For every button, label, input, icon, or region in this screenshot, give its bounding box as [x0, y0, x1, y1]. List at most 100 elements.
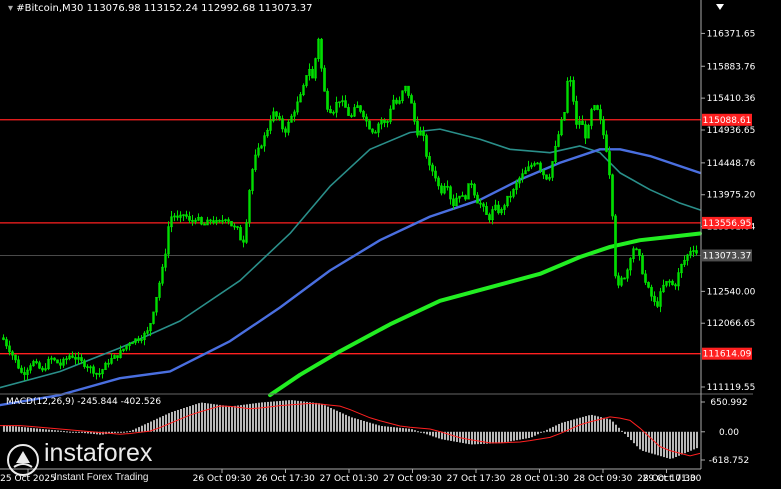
- candle-body: [542, 169, 545, 176]
- candle-body: [584, 124, 587, 139]
- macd-histogram-bar: [588, 415, 590, 432]
- macd-histogram-bar: [66, 431, 68, 433]
- macd-histogram-bar: [366, 421, 368, 432]
- level-tag-label: 111614.09: [703, 350, 752, 360]
- macd-histogram-bar: [354, 418, 356, 432]
- macd-histogram-bar: [249, 403, 251, 432]
- candle-body: [137, 338, 140, 341]
- macd-histogram-bar: [189, 406, 191, 432]
- candle-body: [644, 273, 647, 283]
- candle-body: [611, 174, 614, 217]
- candle-body: [209, 219, 212, 222]
- logo-wordmark: instaforex: [44, 439, 153, 467]
- level-tag-label: 113556.95: [703, 219, 752, 229]
- macd-histogram-bar: [510, 431, 512, 442]
- macd-histogram-bar: [27, 427, 29, 432]
- macd-tick-label: 0.00: [719, 428, 739, 438]
- macd-histogram-bar: [504, 431, 506, 443]
- macd-value: -245.844: [77, 397, 118, 407]
- macd-histogram-bar: [678, 431, 680, 456]
- candle-body: [488, 214, 491, 221]
- candle-body: [473, 184, 476, 196]
- macd-histogram-bar: [231, 406, 233, 432]
- macd-histogram-bar: [186, 407, 188, 432]
- candle-body: [416, 120, 419, 136]
- candle-body: [476, 194, 479, 204]
- ohlc-low: 112992.68: [201, 3, 256, 14]
- macd-histogram-bar: [540, 431, 542, 433]
- macd-histogram-bar: [219, 404, 221, 432]
- price-tick-label: 114448.76: [707, 159, 756, 169]
- macd-histogram-bar: [390, 426, 392, 432]
- time-tick-label: 28 Oct 09:30: [574, 474, 633, 484]
- candle-body: [605, 134, 608, 152]
- macd-histogram-bar: [195, 404, 197, 432]
- macd-histogram-bar: [537, 431, 539, 435]
- macd-histogram-bar: [555, 425, 557, 432]
- logo-tagline: Instant Forex Trading: [54, 472, 149, 483]
- candle-body: [572, 80, 575, 102]
- chart-header: #Bitcoin,M30 113076.98 113152.24 112992.…: [8, 3, 312, 14]
- macd-histogram-bar: [60, 430, 62, 432]
- macd-histogram-bar: [180, 409, 182, 432]
- candle-body: [35, 361, 38, 364]
- macd-histogram-bar: [630, 431, 632, 441]
- macd-histogram-bar: [327, 406, 329, 432]
- macd-histogram-bar: [303, 401, 305, 432]
- macd-histogram-bar: [387, 426, 389, 432]
- macd-histogram-bar: [552, 426, 554, 432]
- candle-body: [188, 215, 191, 221]
- candle-body: [368, 120, 371, 130]
- candle-body: [74, 357, 77, 360]
- macd-histogram-bar: [165, 414, 167, 432]
- macd-histogram-bar: [531, 431, 533, 438]
- macd-histogram-bar: [546, 429, 548, 432]
- macd-histogram-bar: [159, 417, 161, 432]
- macd-histogram-bar: [462, 431, 464, 444]
- candle-body: [539, 162, 542, 171]
- macd-histogram-bar: [543, 431, 545, 433]
- candle-body: [596, 105, 599, 110]
- candle-body: [446, 185, 449, 188]
- macd-histogram-bar: [336, 410, 338, 432]
- candle-body: [383, 120, 386, 123]
- macd-histogram-bar: [633, 431, 635, 444]
- macd-histogram-bar: [333, 409, 335, 432]
- macd-histogram-bar: [84, 431, 86, 434]
- price-tick-label: 113975.20: [707, 191, 756, 201]
- macd-histogram-bar: [597, 416, 599, 432]
- macd-histogram-bar: [201, 402, 203, 432]
- macd-histogram-bar: [300, 401, 302, 432]
- candle-body: [176, 215, 179, 218]
- candle-body: [362, 111, 365, 118]
- candle-body: [311, 69, 314, 79]
- macd-histogram-bar: [375, 424, 377, 432]
- macd-histogram-bar: [402, 428, 404, 432]
- macd-histogram-bar: [621, 430, 623, 432]
- candle-body: [509, 195, 512, 198]
- macd-histogram-bar: [345, 414, 347, 432]
- price-tick-label: 112066.65: [707, 319, 756, 329]
- candle-body: [203, 223, 206, 226]
- macd-histogram-bar: [663, 431, 665, 458]
- macd-histogram-bar: [264, 402, 266, 432]
- time-tick-label: 27 Oct 01:30: [320, 474, 379, 484]
- macd-histogram-bar: [240, 405, 242, 432]
- candle-body: [485, 206, 488, 215]
- candle-body: [20, 367, 23, 373]
- candle-body: [320, 38, 323, 69]
- macd-histogram-bar: [69, 431, 71, 433]
- macd-histogram-bar: [330, 408, 332, 432]
- macd-histogram-bar: [372, 423, 374, 432]
- price-chart[interactable]: 116371.65 115883.76 115410.36 114936.65 1144…: [0, 0, 781, 489]
- macd-histogram-bar: [498, 431, 500, 444]
- macd-histogram-bar: [615, 424, 617, 432]
- macd-histogram-bar: [693, 431, 695, 450]
- candle-body: [482, 203, 485, 207]
- time-tick-label: 29 Oct 01:30: [643, 474, 702, 484]
- macd-histogram-bar: [447, 431, 449, 441]
- macd-histogram-bar: [243, 404, 245, 432]
- time-tick-label: 27 Oct 09:30: [383, 474, 442, 484]
- price-tick-label: 114936.65: [707, 126, 756, 136]
- macd-histogram-bar: [18, 426, 20, 432]
